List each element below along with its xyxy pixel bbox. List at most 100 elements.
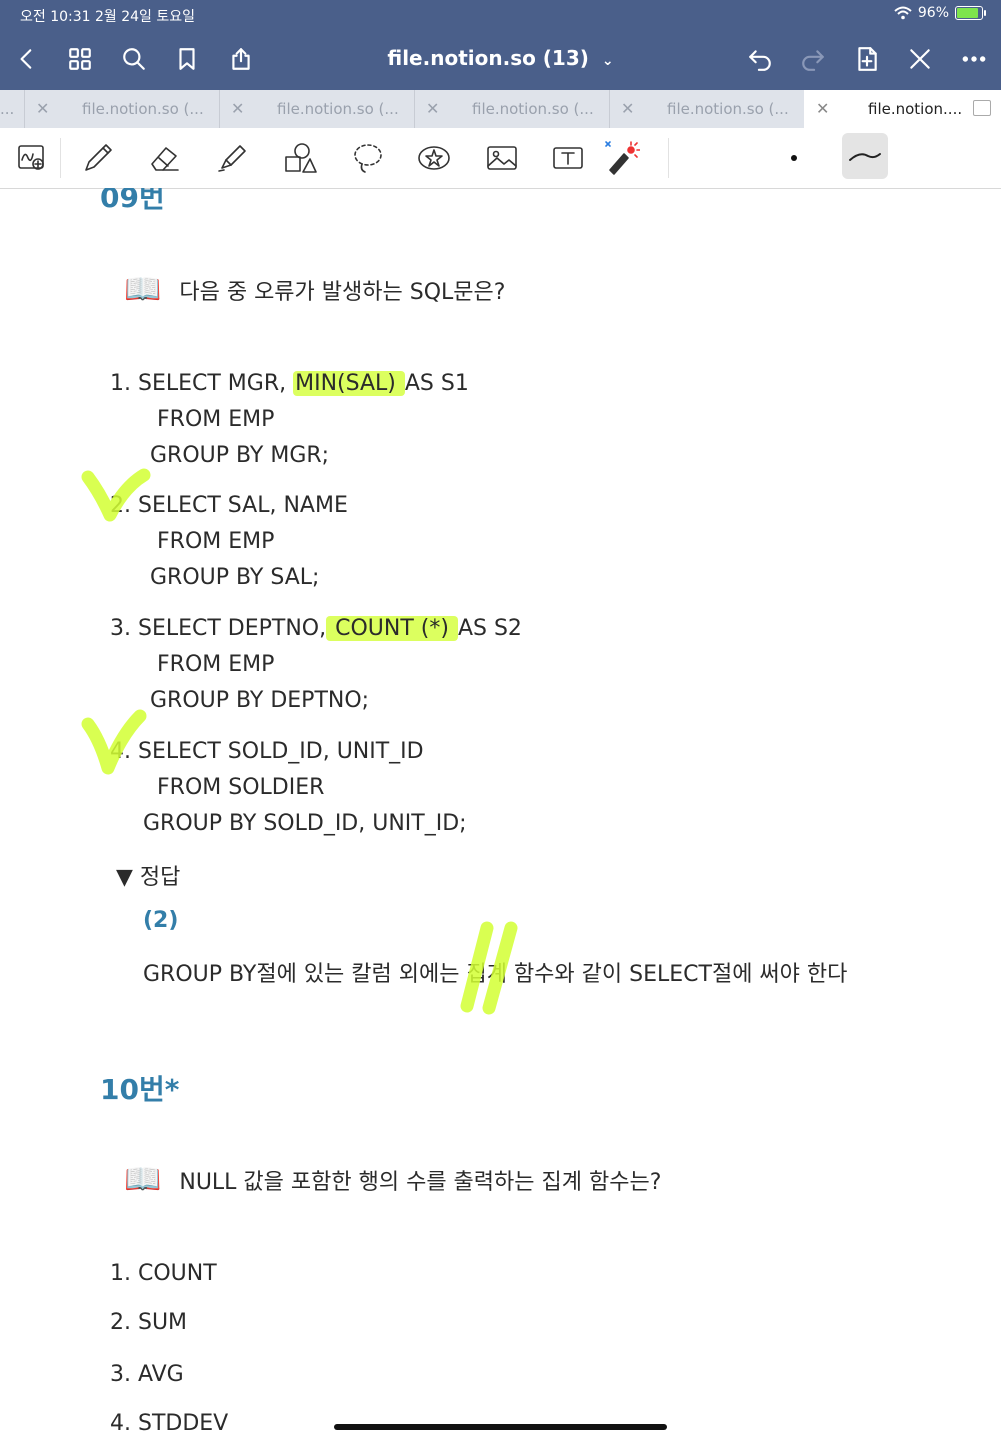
q9-heading: 09번 [100,188,165,214]
q9-option-3-line3: GROUP BY DEPTNO; [150,688,370,713]
tab-4[interactable]: ✕ file.notion.so (... [609,90,805,128]
tab-label: file.notion.... [868,100,963,118]
tab-3[interactable]: ✕ file.notion.so (... [414,90,610,128]
q9-option-1-line2: FROM EMP [157,407,275,432]
close-icon[interactable]: ✕ [621,99,634,118]
q10-option-4: 4. STDDEV [110,1411,229,1436]
stroke-size-dot[interactable] [791,155,797,161]
close-pen-icon [910,49,930,69]
q10-heading: 10번* [100,1073,180,1106]
q9-option-1-line1: 1. SELECT MGR, MIN(SAL) AS S1 [110,371,469,396]
pen-tool[interactable] [80,140,116,176]
chevron-down-icon: ⌄ [601,53,614,69]
image-tool[interactable] [484,140,520,176]
q9-option-4-line1: 4. SELECT SOLD_ID, UNIT_ID [110,739,424,764]
highlighter-tool[interactable] [214,140,250,176]
star-sticker-icon [418,146,450,170]
q9-question-text: 다음 중 오류가 발생하는 SQL문은? [179,279,506,305]
laser-pointer-icon [605,141,641,175]
sticker-tool[interactable] [416,140,452,176]
redo-button[interactable] [796,42,830,76]
document-title-text: file.notion.so (13) [387,46,589,70]
q10-question: 📖 NULL 값을 포함한 행의 수를 출력하는 집계 함수는? [124,1162,661,1197]
q10-option-3: 3. AVG [110,1362,184,1387]
split-view-icon[interactable] [973,100,991,116]
pen-icon [85,144,112,171]
document-content: 09번 📖 다음 중 오류가 발생하는 SQL문은? 1. SELECT MGR… [0,188,1001,1440]
highlighted-text: MIN(SAL) [293,371,405,396]
add-page-icon [858,47,877,71]
close-icon[interactable]: ✕ [36,99,49,118]
tab-5-active[interactable]: ✕ file.notion.... [804,90,1001,128]
stroke-curve-icon [849,153,881,161]
tab-label: file.notion.so (... [667,100,789,118]
q10-option-1: 1. COUNT [110,1261,217,1286]
battery-percent: 96% [917,5,949,21]
text-tool[interactable] [550,140,586,176]
lasso-tool[interactable] [350,140,386,176]
q9-answer: (2) [143,908,179,933]
toolbar-divider [668,138,669,178]
status-right: 96% [894,5,986,21]
close-icon[interactable]: ✕ [231,99,244,118]
book-icon: 📖 [124,272,162,307]
sql-text: 3. SELECT DEPTNO, [110,616,327,641]
battery-icon [955,6,986,20]
tab-label: file.notion.so (... [472,100,594,118]
q9-option-1-line3: GROUP BY MGR; [150,443,330,468]
handwriting-zoom-tool[interactable] [14,140,50,176]
q9-option-2-line2: FROM EMP [157,529,275,554]
highlighter-icon [218,145,246,172]
sql-text: AS S2 [457,616,522,641]
lasso-icon [354,144,382,173]
highlighted-text: COUNT (*) [326,616,458,641]
more-icon [962,56,986,62]
q9-option-4-line2: FROM SOLDIER [157,775,325,800]
zoom-write-icon [18,145,44,170]
tab-label: ... [0,100,15,118]
tab-label: file.notion.so (... [82,100,204,118]
redo-icon [802,50,824,71]
text-box-icon [553,147,583,169]
undo-icon [749,50,771,71]
tab-bar: ... ✕ file.notion.so (... ✕ file.notion.… [0,90,1001,128]
battery-fill [957,8,979,18]
wifi-icon [894,6,912,20]
close-icon[interactable]: ✕ [426,99,439,118]
sql-text: AS S1 [404,371,469,396]
book-icon: 📖 [124,1162,162,1197]
nav-bar: file.notion.so (13) ⌄ [0,30,1001,90]
home-indicator[interactable] [334,1424,667,1430]
status-time: 오전 10:31 2월 24일 토요일 [20,9,196,25]
q10-question-text: NULL 값을 포함한 행의 수를 출력하는 집계 함수는? [179,1169,662,1195]
q9-question: 📖 다음 중 오류가 발생하는 SQL문은? [124,272,505,307]
eraser-tool[interactable] [146,140,182,176]
shapes-icon [285,143,317,173]
more-button[interactable] [957,42,991,76]
q9-option-2-line3: GROUP BY SAL; [150,565,320,590]
q9-option-3-line1: 3. SELECT DEPTNO, COUNT (*) AS S2 [110,616,522,641]
toolbar-divider [60,138,61,178]
stroke-style-button[interactable] [842,133,888,179]
tab-2[interactable]: ✕ file.notion.so (... [219,90,415,128]
undo-button[interactable] [743,42,777,76]
tab-1[interactable]: ✕ file.notion.so (... [24,90,220,128]
q9-option-4-line3: GROUP BY SOLD_ID, UNIT_ID; [143,811,467,836]
eraser-icon [151,147,179,171]
q10-option-2: 2. SUM [110,1310,188,1335]
q9-explanation: GROUP BY절에 있는 칼럼 외에는 집계 함수와 같이 SELECT절에 … [143,962,848,987]
shape-tool[interactable] [282,140,318,176]
answer-toggle[interactable]: ▼ 정답 [116,859,180,891]
drawing-toolbar [0,128,1001,189]
q9-option-2-line1: 2. SELECT SAL, NAME [110,493,348,518]
tab-label: file.notion.so (... [277,100,399,118]
image-icon [487,146,517,170]
add-page-button[interactable] [850,42,884,76]
q9-option-3-line2: FROM EMP [157,652,275,677]
sql-text: 1. SELECT MGR, [110,371,294,396]
tab-0[interactable]: ... [0,90,25,128]
status-bar: 오전 10:31 2월 24일 토요일 96% [0,0,1001,30]
close-edit-button[interactable] [903,42,937,76]
close-icon[interactable]: ✕ [816,99,829,118]
laser-pointer-tool[interactable] [604,140,641,176]
